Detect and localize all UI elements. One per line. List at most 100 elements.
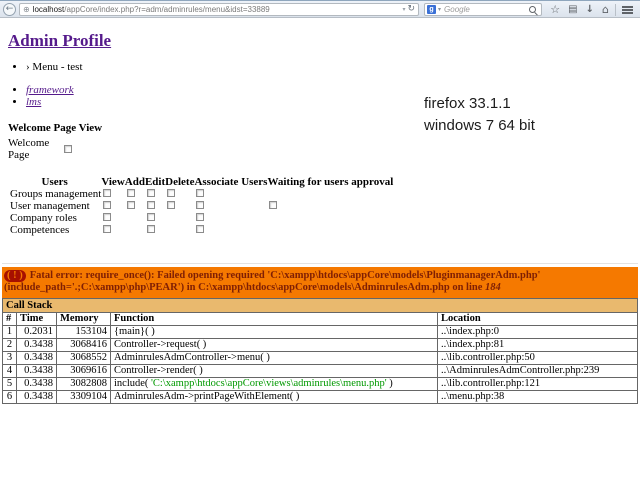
url-bar[interactable]: ⊕ localhost/appCore/index.php?r=adm/admi… xyxy=(19,3,419,16)
call-stack-row: 60.34383309104AdminrulesAdm->printPageWi… xyxy=(3,391,638,404)
stack-frame-location: ..\index.php:81 xyxy=(438,339,638,352)
error-text: : require_once(): Failed opening require… xyxy=(4,270,540,293)
menu-item-test: › Menu - test xyxy=(26,61,640,73)
call-stack-title: Call Stack xyxy=(2,298,638,312)
permission-checkbox[interactable] xyxy=(269,201,277,209)
stack-frame-function: include( 'C:\xampp\htdocs\appCore\views\… xyxy=(111,378,438,391)
permission-checkbox[interactable] xyxy=(103,201,111,209)
permission-checkbox[interactable] xyxy=(147,213,155,221)
search-input[interactable]: g ▾ Google xyxy=(424,3,542,16)
stack-frame-memory: 3068416 xyxy=(57,339,111,352)
permission-checkbox[interactable] xyxy=(196,189,204,197)
framework-link[interactable]: framework xyxy=(26,84,74,96)
permission-row: Groups management xyxy=(8,188,393,200)
call-stack-header: # xyxy=(3,313,17,326)
permission-checkbox[interactable] xyxy=(167,189,175,197)
included-file-path: 'C:\xampp\htdocs\appCore\views\adminrule… xyxy=(151,378,387,389)
permission-checkbox[interactable] xyxy=(147,201,155,209)
url-path: /appCore/index.php?r=adm/adminrules/menu… xyxy=(64,5,269,14)
stack-frame-number: 6 xyxy=(3,391,17,404)
permission-checkbox[interactable] xyxy=(103,213,111,221)
bookmark-star-icon[interactable]: ☆ xyxy=(550,4,560,16)
permissions-header: Add xyxy=(125,176,145,188)
permissions-header: Users xyxy=(8,176,101,188)
call-stack-row: 10.2031153104{main}( )..\index.php:0 xyxy=(3,326,638,339)
permission-checkbox[interactable] xyxy=(147,189,155,197)
call-stack-row: 40.34383069616Controller->render( )..\Ad… xyxy=(3,365,638,378)
call-stack-header: Memory xyxy=(57,313,111,326)
permission-row: Company roles xyxy=(8,212,393,224)
call-stack-row: 50.34383082808include( 'C:\xampp\htdocs\… xyxy=(3,378,638,391)
list-item: framework xyxy=(26,84,640,96)
page-title[interactable]: Admin Profile xyxy=(8,31,111,51)
permissions-header: Waiting for users approval xyxy=(267,176,393,188)
search-icon[interactable] xyxy=(528,5,538,15)
browser-toolbar: ← ⊕ localhost/appCore/index.php?r=adm/ad… xyxy=(0,0,640,18)
annotation-line-os: windows 7 64 bit xyxy=(424,115,535,137)
search-placeholder: Google xyxy=(444,5,470,14)
url-host: localhost xyxy=(33,5,65,14)
stack-frame-location: ..\menu.php:38 xyxy=(438,391,638,404)
url-dropdown-icon[interactable]: ▾ xyxy=(402,6,405,13)
stack-frame-location: ..\lib.controller.php:50 xyxy=(438,352,638,365)
downloads-icon[interactable]: ↓ xyxy=(586,4,594,16)
stack-frame-time: 0.2031 xyxy=(17,326,57,339)
permission-checkbox[interactable] xyxy=(196,201,204,209)
call-stack-row: 30.34383068552AdminrulesAdmController->m… xyxy=(3,352,638,365)
welcome-page-label: Welcome Page xyxy=(8,137,64,161)
permission-checkbox[interactable] xyxy=(103,225,111,233)
stack-frame-number: 4 xyxy=(3,365,17,378)
permission-checkbox[interactable] xyxy=(167,201,175,209)
stack-frame-function: Controller->render( ) xyxy=(111,365,438,378)
permission-checkbox[interactable] xyxy=(196,213,204,221)
welcome-page-checkbox[interactable] xyxy=(64,145,72,153)
toolbar-separator xyxy=(615,4,616,16)
stack-frame-memory: 3068552 xyxy=(57,352,111,365)
home-icon[interactable]: ⌂ xyxy=(602,4,609,16)
permissions-header: View xyxy=(101,176,124,188)
screenshot-annotation: firefox 33.1.1 windows 7 64 bit xyxy=(424,93,535,137)
permissions-table: UsersViewAddEditDeleteAssociate UsersWai… xyxy=(8,176,393,236)
stack-frame-memory: 3309104 xyxy=(57,391,111,404)
stack-frame-time: 0.3438 xyxy=(17,378,57,391)
permission-checkbox[interactable] xyxy=(147,225,155,233)
permissions-header: Associate Users xyxy=(194,176,267,188)
back-button[interactable]: ← xyxy=(3,3,16,16)
search-engine-dropdown-icon[interactable]: ▾ xyxy=(438,6,441,13)
call-stack-body: 10.2031153104{main}( )..\index.php:020.3… xyxy=(3,326,638,404)
stack-frame-function: Controller->request( ) xyxy=(111,339,438,352)
welcome-page-view-heading: Welcome Page View xyxy=(8,122,640,134)
stack-frame-function: {main}( ) xyxy=(111,326,438,339)
permission-checkbox[interactable] xyxy=(103,189,111,197)
stack-frame-number: 2 xyxy=(3,339,17,352)
stack-frame-location: ..\lib.controller.php:121 xyxy=(438,378,638,391)
call-stack-header: Time xyxy=(17,313,57,326)
list-item: lms xyxy=(26,96,640,108)
permission-checkbox[interactable] xyxy=(127,201,135,209)
menu-hamburger-icon[interactable] xyxy=(622,6,633,8)
xdebug-error-section: ( ! )Fatal error: require_once(): Failed… xyxy=(2,267,638,404)
stack-frame-function: AdminrulesAdmController->menu( ) xyxy=(111,352,438,365)
permission-checkbox[interactable] xyxy=(127,189,135,197)
stack-frame-memory: 3082808 xyxy=(57,378,111,391)
toolbar-icons: ☆ ▤ ↓ ⌂ xyxy=(546,1,637,19)
menu-list: › Menu - test xyxy=(0,61,640,73)
permission-row: Competences xyxy=(8,224,393,236)
google-engine-icon[interactable]: g xyxy=(427,5,436,14)
stack-frame-memory: 3069616 xyxy=(57,365,111,378)
stack-frame-number: 1 xyxy=(3,326,17,339)
call-stack-header: Function xyxy=(111,313,438,326)
stack-frame-time: 0.3438 xyxy=(17,339,57,352)
reload-icon[interactable]: ↻ xyxy=(407,5,415,14)
error-line-number: 184 xyxy=(485,282,501,293)
stack-frame-number: 3 xyxy=(3,352,17,365)
bookmarks-menu-icon[interactable]: ▤ xyxy=(568,4,577,16)
stack-frame-location: ..\AdminrulesAdmController.php:239 xyxy=(438,365,638,378)
stack-frame-memory: 153104 xyxy=(57,326,111,339)
permission-checkbox[interactable] xyxy=(196,225,204,233)
lms-link[interactable]: lms xyxy=(26,96,41,108)
nav-link-list: framework lms xyxy=(0,84,640,108)
permission-row-label: Groups management xyxy=(8,188,101,200)
divider xyxy=(2,263,638,264)
error-label: Fatal error xyxy=(30,270,80,281)
